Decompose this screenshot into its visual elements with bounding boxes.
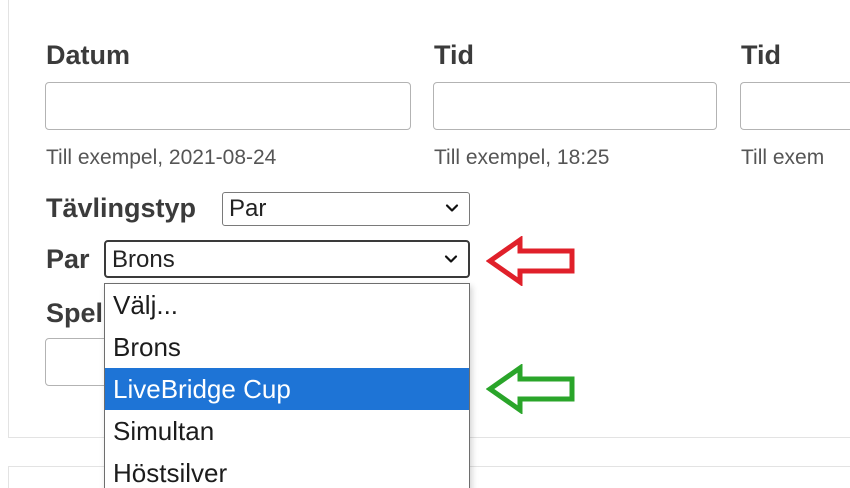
tid-label: Tid — [434, 40, 474, 70]
par-dropdown-list: Välj... Brons LiveBridge Cup Simultan Hö… — [104, 283, 470, 488]
tavlingstyp-selected-value: Par — [229, 195, 267, 222]
datum-input[interactable] — [45, 82, 411, 130]
datum-hint: Till exempel, 2021-08-24 — [46, 146, 277, 169]
par-option-valj[interactable]: Välj... — [105, 284, 469, 326]
tid-end-label: Tid — [741, 40, 781, 70]
tid-end-hint: Till exem — [741, 146, 825, 169]
chevron-down-icon — [445, 204, 459, 212]
tid-hint: Till exempel, 18:25 — [434, 146, 610, 169]
tid-end-input[interactable] — [740, 82, 850, 130]
par-option-hostsilver[interactable]: Höstsilver — [105, 452, 469, 488]
datum-label: Datum — [46, 40, 131, 70]
par-select[interactable]: Brons — [104, 240, 470, 278]
red-arrow-icon — [486, 236, 575, 286]
form-page: Datum Till exempel, 2021-08-24 Tid Till … — [0, 0, 850, 488]
par-option-simultan[interactable]: Simultan — [105, 410, 469, 452]
green-arrow-icon — [486, 364, 575, 414]
par-option-livebridge-cup[interactable]: LiveBridge Cup — [105, 368, 469, 410]
tavlingstyp-select[interactable]: Par — [222, 192, 470, 226]
par-label: Par — [46, 244, 90, 274]
tavlingstyp-label: Tävlingstyp — [46, 193, 197, 223]
par-selected-value: Brons — [112, 246, 175, 273]
spel-label: Spel — [46, 298, 104, 328]
chevron-down-icon — [444, 255, 458, 263]
par-option-brons[interactable]: Brons — [105, 326, 469, 368]
tid-input[interactable] — [433, 82, 717, 130]
